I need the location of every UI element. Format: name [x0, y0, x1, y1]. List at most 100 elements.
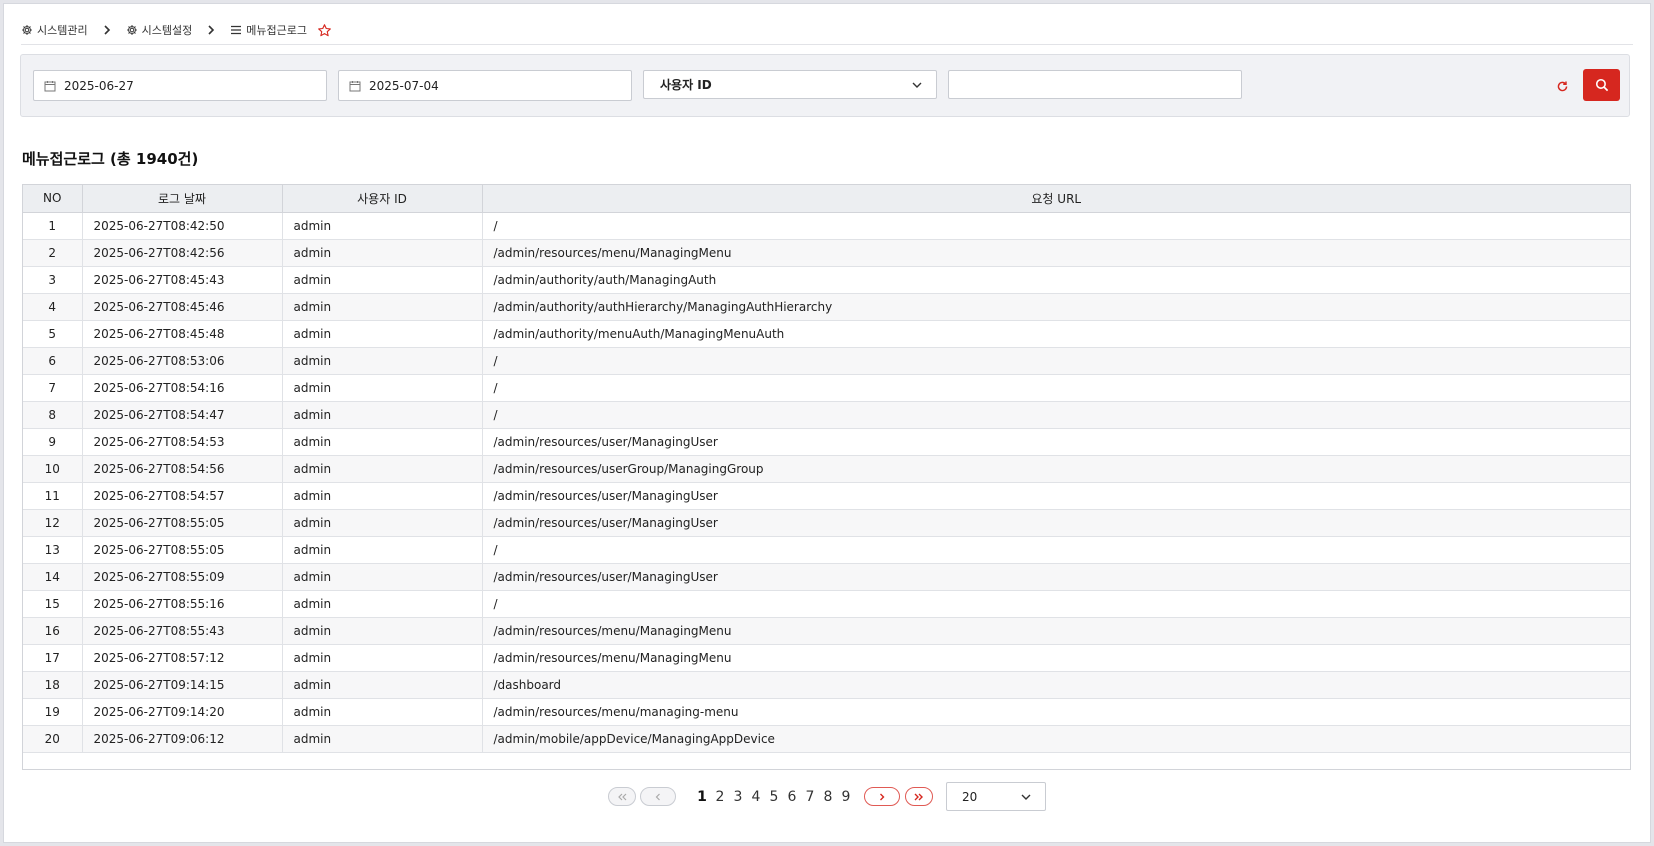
table-row[interactable]: 3 2025-06-27T08:45:43 admin/admin/authorit…: [23, 266, 1630, 294]
search-button[interactable]: [1583, 69, 1620, 101]
column-header-user-id[interactable]: 사용자 ID: [282, 185, 483, 213]
double-chevron-right-icon: [914, 793, 923, 800]
cell-no: 11: [23, 482, 83, 510]
chevron-right-icon: [880, 793, 885, 800]
table-row[interactable]: 9 2025-06-27T08:54:53 admin/admin/resource…: [23, 428, 1630, 456]
table-row[interactable]: 7 2025-06-27T08:54:16 admin /: [23, 374, 1630, 402]
pagination: 1 2 3 4 5 6 7 8 9 20: [0, 782, 1654, 812]
start-date-input[interactable]: [64, 78, 264, 93]
cell-no: 9: [23, 428, 83, 456]
breadcrumb-item-menu-access-log: 메뉴접근로그: [230, 22, 307, 38]
cell-request-url: /admin/resources/user/ManagingUser: [482, 428, 1630, 456]
table-row[interactable]: 11 2025-06-27T08:54:57 admin/admin/resourc…: [23, 482, 1630, 510]
cell-request-url: /: [482, 374, 1630, 402]
double-chevron-left-icon: [618, 793, 627, 800]
table-row[interactable]: 1 2025-06-27T08:42:50 admin /: [23, 212, 1630, 240]
cell-no: 4: [23, 293, 83, 321]
cell-log-date: 2025-06-27T08:54:57: [82, 482, 283, 510]
search-keyword-input[interactable]: [949, 71, 1241, 98]
last-page-button[interactable]: [905, 787, 933, 806]
cell-no: 16: [23, 617, 83, 645]
cell-user-id: admin: [282, 293, 483, 321]
page-number[interactable]: 7: [801, 786, 819, 808]
cell-user-id: admin: [282, 374, 483, 402]
cell-log-date: 2025-06-27T08:54:47: [82, 401, 283, 429]
end-date-input[interactable]: [369, 78, 569, 93]
cell-user-id: admin: [282, 320, 483, 348]
calendar-icon: [349, 80, 361, 91]
cell-user-id: admin: [282, 401, 483, 429]
cell-log-date: 2025-06-27T08:45:43: [82, 266, 283, 294]
breadcrumb-item-system-settings[interactable]: 시스템설정: [126, 22, 193, 38]
cell-no: 12: [23, 509, 83, 537]
reset-button[interactable]: [1553, 77, 1571, 95]
cell-log-date: 2025-06-27T08:55:05: [82, 536, 283, 564]
cell-log-date: 2025-06-27T08:45:48: [82, 320, 283, 348]
page-number[interactable]: 2: [711, 786, 729, 808]
search-field-value: 사용자 ID: [660, 78, 712, 92]
cell-user-id: admin: [282, 212, 483, 240]
search-keyword-field[interactable]: [948, 70, 1242, 99]
table-header-row: NO 로그 날짜 사용자 ID 요청 URL: [23, 185, 1630, 213]
page-number[interactable]: 3: [729, 786, 747, 808]
search-field-select[interactable]: 사용자 ID: [643, 70, 937, 99]
cell-request-url: /admin/resources/menu/ManagingMenu: [482, 644, 1630, 672]
column-header-log-date[interactable]: 로그 날짜: [82, 185, 283, 213]
table-row[interactable]: 6 2025-06-27T08:53:06 admin /: [23, 347, 1630, 375]
page-number[interactable]: 4: [747, 786, 765, 808]
table-row[interactable]: 15 2025-06-27T08:55:16 admin /: [23, 590, 1630, 618]
table-row[interactable]: 4 2025-06-27T08:45:46 admin/admin/authorit…: [23, 293, 1630, 321]
column-header-no[interactable]: NO: [23, 185, 83, 213]
cell-no: 10: [23, 455, 83, 483]
page-size-value: 20: [962, 789, 978, 804]
table-row[interactable]: 18 2025-06-27T09:14:15 admin/dashboard: [23, 671, 1630, 699]
search-icon: [1595, 78, 1608, 92]
cell-request-url: /: [482, 212, 1630, 240]
table-row[interactable]: 10 2025-06-27T08:54:56 admin/admin/resourc…: [23, 455, 1630, 483]
column-header-request-url[interactable]: 요청 URL: [482, 185, 1630, 213]
cell-user-id: admin: [282, 509, 483, 537]
page-number[interactable]: 5: [765, 786, 783, 808]
star-outline-icon[interactable]: [317, 23, 332, 38]
page-size-select[interactable]: 20: [946, 782, 1046, 811]
breadcrumb-label: 시스템관리: [37, 24, 88, 37]
breadcrumb-label: 메뉴접근로그: [246, 24, 307, 37]
table-row[interactable]: 16 2025-06-27T08:55:43 admin/admin/resourc…: [23, 617, 1630, 645]
breadcrumb-divider: [21, 44, 1633, 45]
table-row[interactable]: 19 2025-06-27T09:14:20 admin/admin/resourc…: [23, 698, 1630, 726]
table-row[interactable]: 14 2025-06-27T08:55:09 admin/admin/resourc…: [23, 563, 1630, 591]
cell-log-date: 2025-06-27T08:55:16: [82, 590, 283, 618]
table-row[interactable]: 12 2025-06-27T08:55:05 admin/admin/resourc…: [23, 509, 1630, 537]
cell-log-date: 2025-06-27T08:53:06: [82, 347, 283, 375]
cell-log-date: 2025-06-27T08:54:53: [82, 428, 283, 456]
page-number-current[interactable]: 1: [693, 786, 711, 808]
page-title: 메뉴접근로그 (총 1940건): [22, 150, 199, 168]
page-number[interactable]: 6: [783, 786, 801, 808]
cell-log-date: 2025-06-27T08:55:43: [82, 617, 283, 645]
breadcrumb-label: 시스템설정: [141, 24, 193, 37]
chevron-right-icon: [100, 23, 114, 37]
table-row[interactable]: 20 2025-06-27T09:06:12 admin/admin/mobile/…: [23, 725, 1630, 753]
first-page-button[interactable]: [608, 787, 636, 806]
page-number[interactable]: 9: [837, 786, 855, 808]
cell-user-id: admin: [282, 617, 483, 645]
table-row[interactable]: 8 2025-06-27T08:54:47 admin /: [23, 401, 1630, 429]
cell-user-id: admin: [282, 563, 483, 591]
cell-no: 17: [23, 644, 83, 672]
cell-request-url: /admin/authority/menuAuth/ManagingMenuAu…: [482, 320, 1630, 348]
cell-user-id: admin: [282, 671, 483, 699]
end-date-picker[interactable]: [338, 70, 632, 101]
next-page-button[interactable]: [864, 787, 900, 806]
table-row[interactable]: 5 2025-06-27T08:45:48 admin/admin/authorit…: [23, 320, 1630, 348]
prev-page-button[interactable]: [640, 787, 676, 806]
page-number[interactable]: 8: [819, 786, 837, 808]
table-row[interactable]: 13 2025-06-27T08:55:05 admin /: [23, 536, 1630, 564]
cell-request-url: /admin/mobile/appDevice/ManagingAppDevic…: [482, 725, 1630, 753]
table-row[interactable]: 2 2025-06-27T08:42:56 admin/admin/resource…: [23, 239, 1630, 267]
breadcrumb-item-system-admin[interactable]: 시스템관리: [21, 22, 88, 38]
cell-user-id: admin: [282, 698, 483, 726]
table-row[interactable]: 17 2025-06-27T08:57:12 admin/admin/resourc…: [23, 644, 1630, 672]
cell-user-id: admin: [282, 266, 483, 294]
cell-log-date: 2025-06-27T09:14:20: [82, 698, 283, 726]
start-date-picker[interactable]: [33, 70, 327, 101]
